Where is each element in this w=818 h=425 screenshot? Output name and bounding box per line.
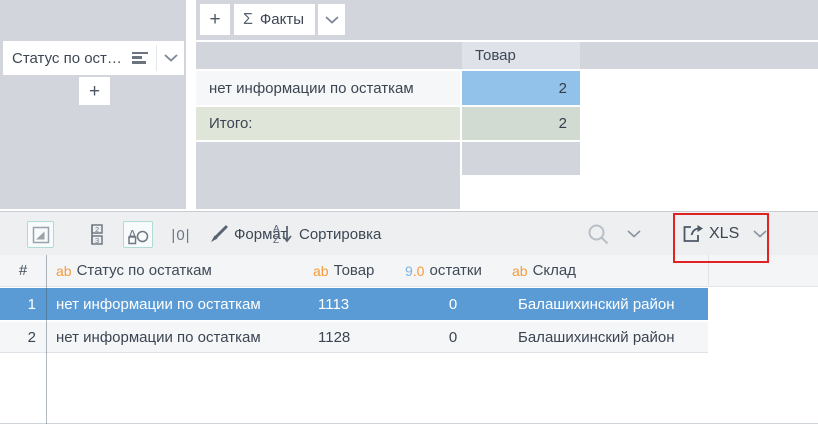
add-fact-button[interactable]: + xyxy=(200,4,230,35)
pivot-column-header-strip: Товар xyxy=(196,42,818,69)
grid-row-selected[interactable]: 1 нет информации по остаткам 1113 0 Бала… xyxy=(0,288,708,320)
numeric-type-icon: 9 xyxy=(405,262,413,279)
svg-text:Z: Z xyxy=(273,235,279,246)
column-header-tovar[interactable]: ab Товар xyxy=(305,255,398,286)
export-icon xyxy=(681,223,705,244)
facts-label: Факты xyxy=(259,11,305,28)
tovar-cell: 1128 xyxy=(318,328,351,346)
column-header-sklad[interactable]: ab Склад xyxy=(508,255,708,286)
numbered-rows-icon: 2 3 xyxy=(86,223,108,247)
svg-text:3: 3 xyxy=(95,236,99,245)
row-numbering-button[interactable]: 2 3 xyxy=(84,222,110,248)
sklad-cell: Балашихинский район xyxy=(518,328,675,346)
ostatki-cell: 0 xyxy=(448,295,458,313)
pivot-facts-bar: + Σ Факты xyxy=(196,0,818,40)
row-index-cell: 1 xyxy=(27,295,36,313)
add-row-dimension-button[interactable]: + xyxy=(79,77,110,105)
row-field-label: Статус по ост… xyxy=(12,49,122,67)
sigma-icon: Σ xyxy=(243,10,253,28)
search-options-chevron[interactable] xyxy=(626,227,642,241)
chart-view-toggle-button[interactable] xyxy=(27,221,54,248)
show-zeros-button[interactable]: |0| xyxy=(166,223,196,247)
pivot-row-label[interactable]: нет информации по остаткам xyxy=(196,71,460,105)
pivot-total-value[interactable]: 2 xyxy=(462,107,580,140)
row-field-chip[interactable]: Статус по ост… xyxy=(3,41,184,75)
export-options-chevron[interactable] xyxy=(752,227,768,241)
grid-toolbar: 2 3 A |0| Формат A Z Сортировка XLS xyxy=(0,211,818,255)
sklad-cell: Балашихинский район xyxy=(518,295,675,313)
pivot-rows-panel: Статус по ост… + xyxy=(0,0,186,209)
sort-button-icon-area[interactable]: A Z xyxy=(272,222,294,246)
status-cell: нет информации по остаткам xyxy=(56,328,261,346)
export-xls-icon-area[interactable] xyxy=(680,222,706,245)
svg-text:2: 2 xyxy=(95,225,99,234)
window-bottom-border xyxy=(0,423,818,424)
column-header-index[interactable]: # xyxy=(0,255,46,286)
sort-bars-icon[interactable] xyxy=(132,52,148,64)
status-cell: нет информации по остаткам xyxy=(56,295,261,313)
sort-button[interactable]: Сортировка xyxy=(299,223,381,245)
search-button[interactable] xyxy=(586,222,610,246)
text-type-icon: ab xyxy=(512,262,528,279)
facts-field-chip[interactable]: Σ Факты xyxy=(234,4,315,35)
column-divider xyxy=(708,255,709,285)
svg-text:A: A xyxy=(273,224,280,235)
letter-shapes-icon: A xyxy=(126,225,150,245)
chart-frame-icon xyxy=(32,226,50,244)
pivot-column-header-tovar[interactable]: Товар xyxy=(462,42,580,69)
grid-header-row: # ab Статус по остаткам ab Товар 9 .0 ос… xyxy=(0,255,818,287)
zeros-icon: |0| xyxy=(171,226,191,244)
grid-row[interactable]: 2 нет информации по остаткам 1128 0 Бала… xyxy=(0,322,708,352)
column-header-status[interactable]: ab Статус по остаткам xyxy=(46,255,305,286)
pivot-empty-area-labels xyxy=(196,142,460,209)
text-type-icon: ab xyxy=(56,262,72,279)
chevron-down-icon[interactable] xyxy=(318,4,345,35)
bi-workspace: Статус по ост… + + Σ Факты Товар нет инф… xyxy=(0,0,818,425)
column-header-ostatki[interactable]: 9 .0 остатки xyxy=(398,255,508,286)
auto-type-detect-button[interactable]: A xyxy=(123,221,153,248)
tovar-cell: 1113 xyxy=(318,295,350,313)
text-type-icon: ab xyxy=(313,262,329,279)
index-column-divider xyxy=(46,255,47,424)
brush-icon xyxy=(208,223,230,245)
pivot-total-label[interactable]: Итого: xyxy=(196,107,460,140)
pivot-empty-area-values xyxy=(462,142,580,175)
row-index-cell: 2 xyxy=(27,328,36,346)
numeric-type-icon-decimal: .0 xyxy=(412,262,425,279)
ostatki-cell: 0 xyxy=(448,328,458,346)
search-icon xyxy=(587,223,610,246)
grid-bottom-border xyxy=(0,352,708,353)
format-button-icon-area[interactable] xyxy=(208,223,230,245)
export-xls-button[interactable]: XLS xyxy=(709,223,739,245)
pivot-cell-selected[interactable]: 2 xyxy=(462,71,580,105)
az-sort-icon: A Z xyxy=(272,222,294,246)
chevron-down-icon[interactable] xyxy=(157,54,184,62)
